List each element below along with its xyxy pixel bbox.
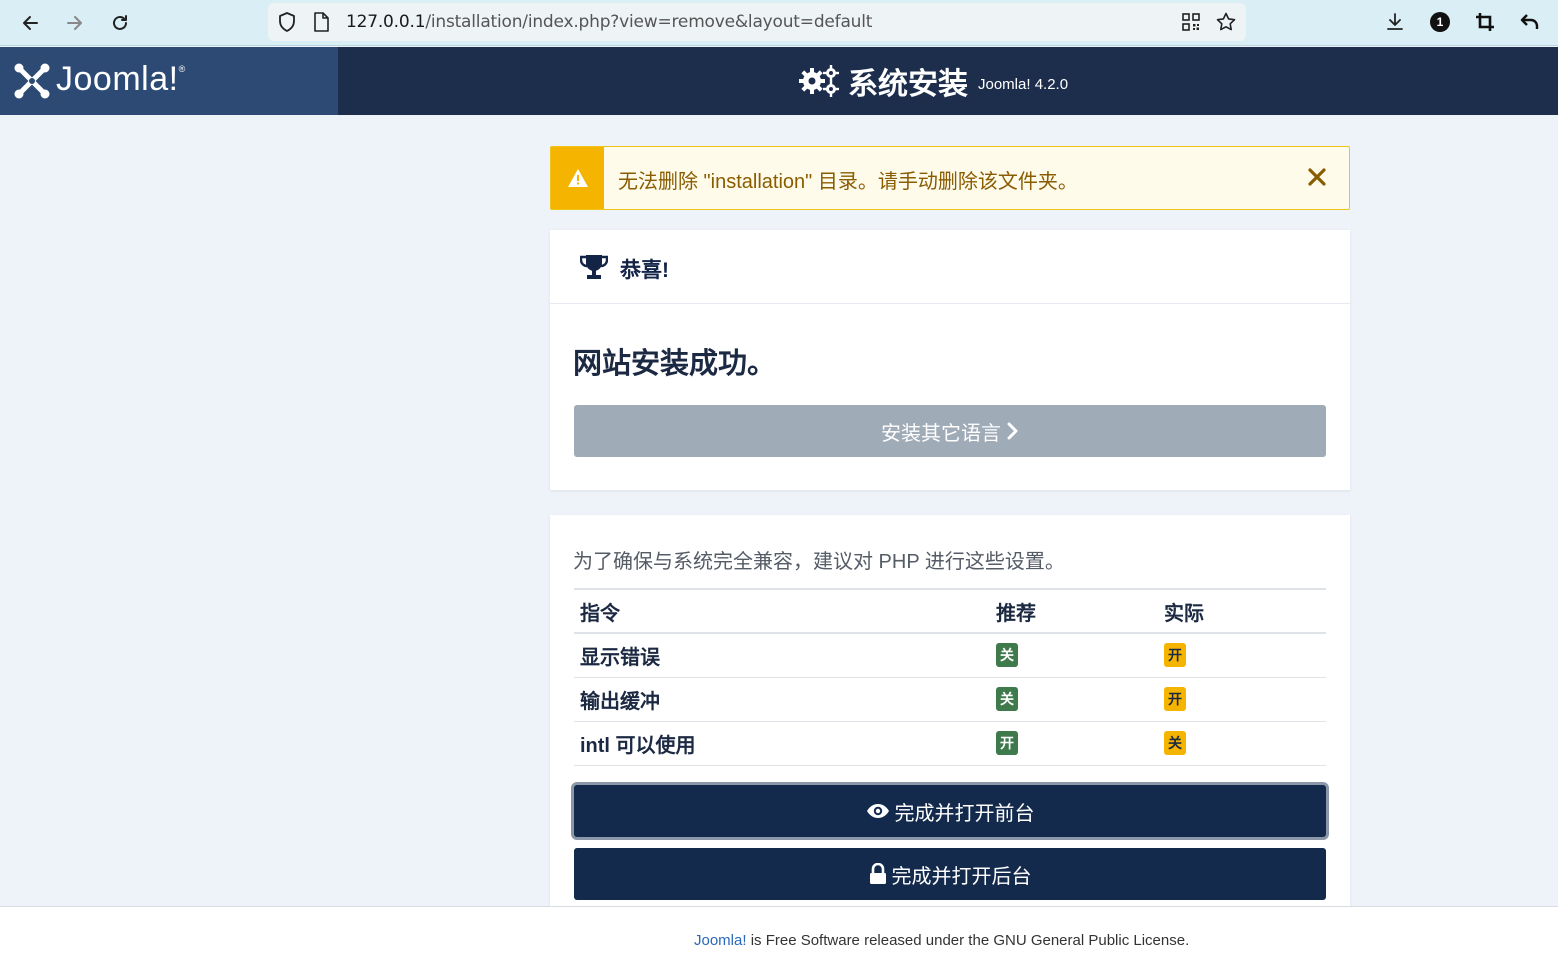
app-header: Joomla!® 系统安装 Joomla! 4.2.0 [0, 47, 1558, 115]
warning-triangle-icon [567, 169, 588, 187]
success-card-header: 恭喜! [550, 230, 1350, 304]
page-footer: Joomla! is Free Software released under … [0, 906, 1558, 966]
logo-registered-mark: ® [178, 64, 186, 74]
reload-icon [113, 15, 127, 30]
download-icon[interactable] [1383, 10, 1407, 34]
browser-toolbar: 127.0.0.1/installation/index.php?view=re… [0, 0, 1558, 46]
table-row: intl 可以使用 开 关 [574, 721, 1326, 766]
actual-cell: 开 [1158, 677, 1326, 722]
open-site-button[interactable]: 完成并打开前台 [574, 785, 1326, 837]
actual-cell: 关 [1158, 721, 1326, 766]
trophy-icon [579, 254, 609, 285]
undo-icon[interactable] [1518, 10, 1542, 34]
recommended-badge: 开 [996, 731, 1018, 755]
success-message: 网站安装成功。 [573, 348, 777, 380]
install-languages-button[interactable]: 安装其它语言 [574, 405, 1326, 457]
installer-title: 系统安装 Joomla! 4.2.0 [798, 59, 1068, 103]
actual-badge: 关 [1164, 731, 1186, 755]
actual-badge: 开 [1164, 643, 1186, 668]
footer-license-text: Joomla! is Free Software released under … [694, 932, 1189, 949]
cogs-icon [799, 65, 839, 97]
url-text: 127.0.0.1/installation/index.php?view=re… [346, 12, 872, 32]
table-row: 显示错误 关 开 [574, 633, 1326, 678]
installer-title-text: 系统安装 [848, 68, 968, 101]
arrow-right-icon [67, 16, 82, 30]
logo-text: Joomla!® [56, 60, 186, 99]
close-icon [1308, 168, 1326, 186]
bookmark-star-icon[interactable] [1215, 11, 1237, 33]
column-header-directive: 指令 [574, 588, 990, 634]
crop-icon[interactable] [1473, 10, 1497, 34]
alert-message: 无法删除 "installation" 目录。请手动删除该文件夹。 [618, 171, 1078, 193]
directive-cell: 输出缓冲 [574, 677, 990, 722]
congrats-heading: 恭喜! [620, 259, 669, 282]
table-row: 输出缓冲 关 开 [574, 677, 1326, 722]
php-settings-description: 为了确保与系统完全兼容，建议对 PHP 进行这些设置。 [573, 551, 1065, 573]
alert-icon-box [551, 147, 604, 209]
recommended-badge: 关 [996, 643, 1018, 668]
actual-cell: 开 [1158, 633, 1326, 678]
recommended-cell: 关 [990, 677, 1158, 722]
version-label: Joomla! 4.2.0 [978, 75, 1069, 93]
alert-close-button[interactable] [1303, 163, 1331, 191]
forward-button[interactable] [60, 8, 90, 38]
eye-icon [866, 804, 889, 818]
column-header-actual: 实际 [1158, 588, 1326, 634]
warning-alert: 无法删除 "installation" 目录。请手动删除该文件夹。 [550, 146, 1350, 210]
php-settings-card: 为了确保与系统完全兼容，建议对 PHP 进行这些设置。 指令 推荐 实际 显示错… [550, 515, 1350, 915]
success-card: 恭喜! 网站安装成功。 安装其它语言 [550, 230, 1350, 490]
open-admin-button[interactable]: 完成并打开后台 [574, 848, 1326, 900]
back-button[interactable] [15, 8, 45, 38]
open-admin-label: 完成并打开后台 [891, 865, 1032, 888]
joomla-link[interactable]: Joomla! [694, 932, 747, 949]
recommended-cell: 关 [990, 633, 1158, 678]
chevron-right-icon [1007, 422, 1018, 440]
directive-cell: 显示错误 [574, 633, 990, 678]
address-bar[interactable]: 127.0.0.1/installation/index.php?view=re… [268, 3, 1246, 41]
footer-license-body: is Free Software released under the GNU … [746, 932, 1190, 949]
install-languages-label: 安装其它语言 [881, 422, 1001, 445]
logo-area: Joomla!® [0, 47, 338, 115]
table-header-row: 指令 推荐 实际 [574, 588, 1326, 634]
url-host: 127.0.0.1 [346, 12, 426, 32]
qr-code-icon[interactable] [1180, 11, 1202, 33]
extension-badge-icon[interactable]: 1 [1428, 10, 1452, 34]
actual-badge: 开 [1164, 687, 1186, 711]
url-path: /installation/index.php?view=remove&layo… [425, 12, 873, 32]
reload-button[interactable] [105, 8, 135, 38]
recommended-cell: 开 [990, 721, 1158, 766]
shield-icon[interactable] [276, 11, 298, 33]
page-icon [310, 11, 332, 33]
recommended-badge: 关 [996, 687, 1018, 711]
extension-badge-count: 1 [1436, 15, 1444, 29]
logo-wordmark: Joomla! [56, 60, 179, 98]
lock-icon [869, 863, 886, 884]
arrow-left-icon [23, 16, 38, 30]
directive-cell: intl 可以使用 [574, 721, 990, 766]
joomla-logo-icon [12, 61, 52, 101]
php-settings-table: 指令 推荐 实际 显示错误 关 开 输出缓冲 关 开 intl 可以使用 开 关 [574, 588, 1326, 766]
column-header-recommended: 推荐 [990, 588, 1158, 634]
open-site-label: 完成并打开前台 [894, 802, 1035, 825]
